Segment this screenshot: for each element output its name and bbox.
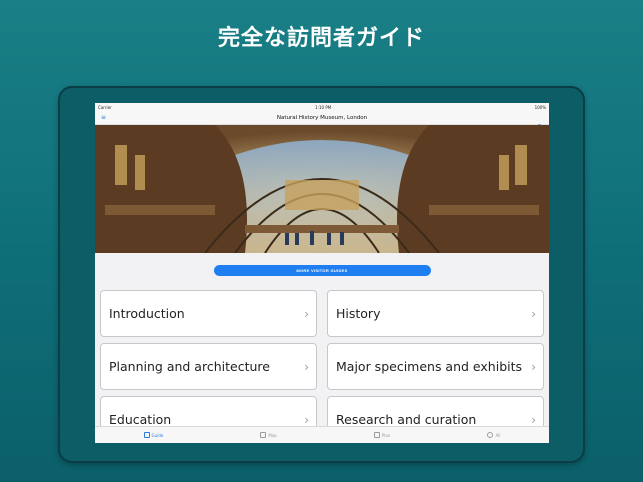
tab-all[interactable]: All [487, 432, 500, 438]
plan-icon [373, 432, 380, 438]
status-time: 1:10 PM [315, 105, 332, 110]
topic-card-label: Introduction [109, 306, 185, 321]
topic-card-label: Major specimens and exhibits [336, 359, 523, 374]
topic-card-specimens[interactable]: Major specimens and exhibits › [327, 343, 544, 390]
tab-label: Guide [151, 432, 164, 438]
page-headline: 完全な訪問者ガイド [217, 26, 425, 51]
status-bar: Carrier 1:10 PM 100% [95, 103, 549, 112]
topic-card-planning[interactable]: Planning and architecture › [100, 343, 317, 390]
chevron-right-icon: › [304, 306, 309, 321]
app-screen: Carrier 1:10 PM 100% ≡ Natural History M… [95, 103, 549, 443]
museum-hall-image [95, 125, 549, 253]
topic-grid: Introduction › History › Planning and ar… [100, 290, 544, 443]
topic-card-history[interactable]: History › [327, 290, 544, 337]
topic-card-label: Planning and architecture [109, 359, 270, 374]
topic-card-label: Research and curation [336, 412, 477, 427]
more-visitor-guides-button[interactable]: MORE VISITOR GUIDES [213, 264, 431, 276]
tab-label: Map [268, 432, 277, 438]
nav-title: Natural History Museum, London [276, 115, 368, 121]
topic-card-label: History [336, 306, 381, 321]
map-icon [260, 432, 267, 438]
book-icon [143, 432, 150, 438]
tab-label: All [495, 432, 501, 438]
tab-label: Plan [381, 432, 391, 438]
chevron-right-icon: › [304, 412, 309, 427]
chevron-right-icon: › [531, 306, 536, 321]
chevron-right-icon: › [531, 412, 536, 427]
chevron-right-icon: › [531, 359, 536, 374]
cta-container: MORE VISITOR GUIDES [95, 253, 549, 287]
battery-level: 100% [534, 105, 546, 110]
tab-map[interactable]: Map [260, 432, 277, 438]
tab-bar: Guide Map Plan All [95, 426, 549, 443]
tab-plan[interactable]: Plan [373, 432, 391, 438]
navigation-bar: ≡ Natural History Museum, London [95, 112, 549, 130]
menu-icon[interactable]: ≡ [101, 115, 107, 121]
topic-card-introduction[interactable]: Introduction › [100, 290, 317, 337]
chevron-right-icon: › [304, 359, 309, 374]
carrier-label: Carrier [98, 105, 112, 110]
tab-guide[interactable]: Guide [143, 432, 164, 438]
gear-icon [487, 432, 494, 438]
